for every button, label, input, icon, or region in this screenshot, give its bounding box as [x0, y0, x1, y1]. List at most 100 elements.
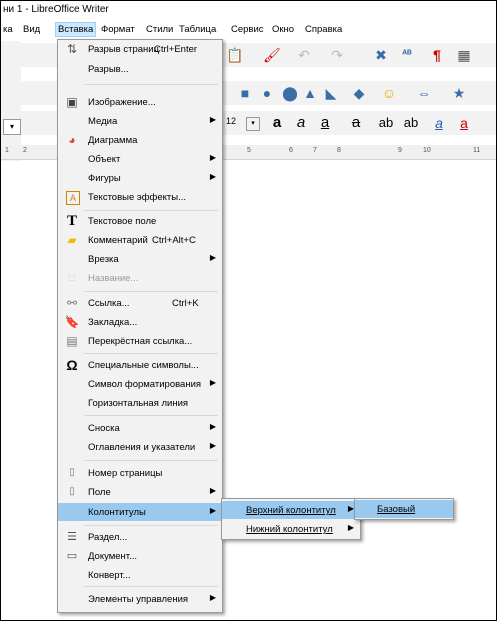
menu-item-break[interactable]: Разрыв... [58, 60, 222, 78]
header-submenu: Базовый [354, 498, 454, 520]
redo-icon[interactable]: ↷ [329, 47, 345, 63]
diamond-icon[interactable]: ◆ [351, 85, 367, 101]
menu-item-label: Диаграмма [88, 135, 138, 146]
star-icon[interactable]: ★ [451, 85, 467, 101]
bold-icon[interactable]: a [269, 115, 285, 131]
font-color-icon[interactable]: a [456, 115, 472, 131]
menu-help[interactable]: Справка [305, 24, 342, 35]
menu-item-page-break[interactable]: ⇅ Разрыв страниц Ctrl+Enter [58, 40, 222, 58]
ruler-tick: 7 [313, 147, 317, 154]
menu-item-object[interactable]: Объект ▶ [58, 150, 222, 168]
ruler-tick: 1 [5, 147, 9, 154]
menu-item-label: Нижний колонтитул [246, 524, 333, 535]
menu-item-chart[interactable]: ◕ Диаграмма [58, 131, 222, 149]
menu-item-label: Документ... [88, 551, 138, 562]
submenu-arrow-icon: ▶ [347, 523, 354, 532]
circle-icon[interactable]: ⬤ [282, 85, 298, 101]
headers-footers-submenu: Верхний колонтитул ▶ Нижний колонтитул ▶ [221, 498, 361, 540]
menu-window[interactable]: Окно [272, 24, 294, 35]
menu-item-label: Изображение... [88, 97, 156, 108]
table-icon[interactable]: ▦ [456, 47, 472, 63]
menu-item-field[interactable]: ▯ Поле ▶ [58, 483, 222, 501]
spelling-icon[interactable]: ᴬᴮ [399, 47, 415, 63]
submenu-arrow-icon: ▶ [209, 593, 216, 602]
menu-item-label: Объект [88, 154, 121, 165]
menu-table[interactable]: Таблица [179, 24, 216, 35]
omega-icon: Ω [66, 357, 78, 373]
menu-item-form-controls[interactable]: Элементы управления ▶ [58, 590, 222, 608]
strikethrough-icon[interactable]: a [348, 115, 364, 131]
menu-item-cross-reference[interactable]: ▤ Перекрёстная ссылка... [58, 332, 222, 350]
italic-icon[interactable]: a [293, 115, 309, 131]
clear-formatting-icon[interactable]: a [431, 115, 447, 131]
menu-insert[interactable]: Вставка [55, 22, 97, 37]
menu-separator [84, 460, 218, 461]
menu-item-section[interactable]: ☰ Раздел... [58, 528, 222, 546]
subscript-icon[interactable]: ab [403, 115, 419, 131]
rectangle-icon[interactable]: ■ [237, 85, 253, 101]
menu-item-label: Номер страницы [88, 468, 163, 479]
menu-separator [84, 210, 218, 211]
chart-icon: ◕ [68, 133, 76, 147]
menu-item-label: Элементы управления [88, 594, 189, 605]
insert-menu: ⇅ Разрыв страниц Ctrl+Enter Разрыв... ▣ … [57, 39, 223, 613]
menu-item-image[interactable]: ▣ Изображение... [58, 93, 222, 111]
section-icon: ☰ [67, 531, 77, 543]
menu-item-comment[interactable]: ▰ Комментарий Ctrl+Alt+C [58, 231, 222, 249]
submenu-arrow-icon: ▶ [209, 441, 216, 450]
menu-styles[interactable]: Стили [146, 24, 173, 35]
menu-tools[interactable]: Сервис [231, 24, 264, 35]
menu-separator [84, 586, 218, 587]
window-title: ни 1 - LibreOffice Writer [3, 4, 109, 15]
font-size-dropdown-icon[interactable]: ▾ [246, 117, 260, 131]
formatting-marks-icon[interactable]: ¶ [429, 47, 445, 63]
menu-item-footnote[interactable]: Сноска ▶ [58, 419, 222, 437]
menu-item-frame[interactable]: Врезка ▶ [58, 250, 222, 268]
menu-item-label: Разрыв... [88, 64, 129, 75]
smiley-icon[interactable]: ☺ [381, 85, 397, 101]
menu-item-shapes[interactable]: Фигуры ▶ [58, 169, 222, 187]
menu-item-label: Врезка [88, 254, 119, 265]
menu-item-header[interactable]: Верхний колонтитул ▶ [222, 501, 360, 519]
menu-item-default-style[interactable]: Базовый [355, 500, 453, 518]
menu-item-special-character[interactable]: Ω Специальные символы... [58, 356, 222, 374]
menu-format[interactable]: Формат [101, 24, 135, 35]
menu-item-page-number[interactable]: ▯ Номер страницы [58, 464, 222, 482]
menu-item-label: Разрыв страниц [88, 44, 160, 55]
menu-item-document[interactable]: ▭ Документ... [58, 547, 222, 565]
menu-item-bookmark[interactable]: 🔖 Закладка... [58, 313, 222, 331]
menu-item-text-box[interactable]: T Текстовое поле [58, 212, 222, 230]
right-triangle-icon[interactable]: ◣ [323, 85, 339, 101]
submenu-arrow-icon: ▶ [209, 253, 216, 262]
ellipse-icon[interactable]: ● [259, 85, 275, 101]
menu-item-formatting-mark[interactable]: Символ форматирования ▶ [58, 375, 222, 393]
menu-item-hyperlink[interactable]: ⚯ Ссылка... Ctrl+K [58, 294, 222, 312]
find-replace-icon[interactable]: ✖ [373, 47, 389, 63]
menu-item-label: Раздел... [88, 532, 128, 543]
menu-item-media[interactable]: Медиа ▶ [58, 112, 222, 130]
menu-item-headers-footers[interactable]: Колонтитулы ▶ [58, 503, 222, 521]
menu-item-horizontal-line[interactable]: Горизонтальная линия [58, 394, 222, 412]
menu-separator [84, 291, 218, 292]
menu-item-label: Базовый [377, 504, 416, 515]
font-size-field[interactable]: 12 [226, 116, 236, 126]
undo-icon[interactable]: ↶ [296, 47, 312, 63]
menu-edit[interactable]: ка [3, 24, 13, 35]
menu-separator [84, 525, 218, 526]
ruler-tick: 11 [473, 147, 481, 154]
underline-icon[interactable]: a [317, 115, 333, 131]
menu-view[interactable]: Вид [23, 24, 40, 35]
menu-item-toc-index[interactable]: Оглавления и указатели ▶ [58, 438, 222, 456]
clone-formatting-icon[interactable]: 🖌 [263, 47, 281, 63]
submenu-arrow-icon: ▶ [209, 153, 216, 162]
superscript-icon[interactable]: ab [378, 115, 394, 131]
menu-item-fontwork[interactable]: A Текстовые эффекты... [58, 188, 222, 206]
triangle-icon[interactable]: ▲ [302, 85, 318, 101]
paragraph-style-dropdown-icon[interactable]: ▾ [3, 119, 21, 135]
paste-icon[interactable]: 📋 [226, 47, 243, 63]
menu-item-footer[interactable]: Нижний колонтитул ▶ [222, 520, 360, 538]
menu-item-envelope[interactable]: Конверт... [58, 566, 222, 584]
text-box-icon: T [66, 213, 77, 229]
menu-item-shortcut: Ctrl+K [172, 298, 199, 309]
arrows-icon[interactable]: ⇔ [416, 85, 432, 101]
